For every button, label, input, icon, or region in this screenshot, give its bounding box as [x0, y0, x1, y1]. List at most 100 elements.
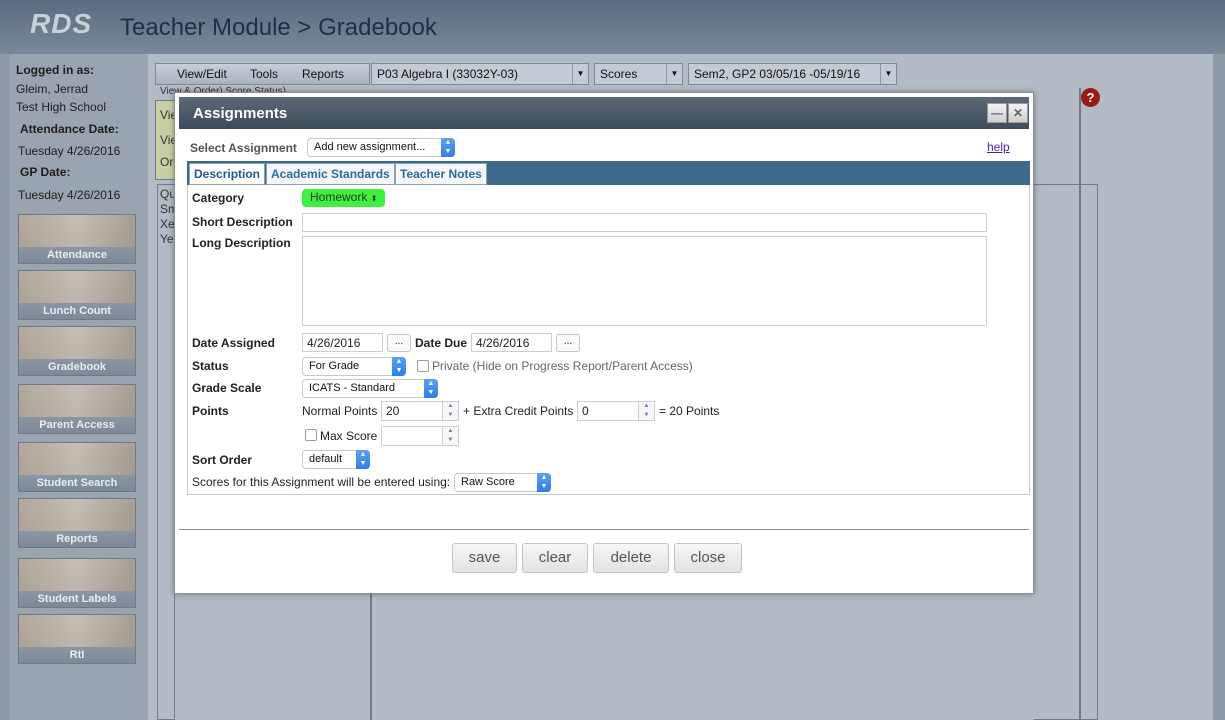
max-score-label: Max Score: [320, 429, 378, 443]
tab-academic-standards[interactable]: Academic Standards: [266, 163, 395, 185]
period-select[interactable]: Sem2, GP2 03/05/16 -05/19/16 ▼: [688, 63, 897, 85]
updown-arrow-icon: ▲ ▼: [424, 379, 438, 398]
student-list-panel: [157, 184, 175, 720]
menu-tools[interactable]: Tools: [250, 67, 278, 81]
long-description-label: Long Description: [192, 236, 291, 250]
short-description-input[interactable]: [302, 213, 987, 232]
score-entry-select[interactable]: Raw Score ▲ ▼: [454, 473, 551, 492]
date-due-input[interactable]: [471, 333, 552, 352]
private-checkbox[interactable]: [417, 360, 429, 372]
class-select[interactable]: P03 Algebra I (33032Y-03) ▼: [371, 63, 589, 85]
reports-icon: [19, 499, 135, 531]
updown-arrow-icon: ⬍: [370, 194, 378, 203]
delete-button[interactable]: delete: [593, 543, 669, 573]
student-list-item[interactable]: Ye: [160, 232, 174, 246]
nav-gradebook[interactable]: Gradebook: [18, 326, 136, 376]
date-due-label: Date Due: [415, 336, 468, 350]
clear-button[interactable]: clear: [522, 543, 588, 573]
normal-points-label: Normal Points: [302, 404, 378, 418]
grade-scale-label: Grade Scale: [192, 381, 262, 395]
view-select[interactable]: Scores ▼: [594, 63, 683, 85]
nav-student-search[interactable]: Student Search: [18, 442, 136, 492]
chevron-down-icon: ▼: [666, 64, 682, 84]
nav-lunch-count[interactable]: Lunch Count: [18, 270, 136, 320]
date-due-picker-button[interactable]: ...: [556, 334, 580, 352]
minimize-icon[interactable]: —: [987, 103, 1007, 123]
app-header: RDS Teacher Module > Gradebook: [0, 0, 1225, 54]
grade-scale-select[interactable]: ICATS - Standard ▲ ▼: [302, 379, 438, 398]
extra-credit-input[interactable]: [577, 401, 639, 421]
normal-points-stepper[interactable]: ▲ ▼: [443, 401, 459, 421]
short-description-label: Short Description: [192, 215, 293, 229]
gp-date: Tuesday 4/26/2016: [18, 188, 121, 202]
gp-date-label: GP Date:: [20, 165, 71, 179]
select-assignment-dropdown[interactable]: Add new assignment... ▲ ▼: [307, 138, 455, 157]
nav-rti[interactable]: RtI: [18, 614, 136, 664]
menu-reports[interactable]: Reports: [302, 67, 344, 81]
date-assigned-input[interactable]: [302, 333, 383, 352]
long-description-input[interactable]: [302, 236, 987, 326]
nav-reports[interactable]: Reports: [18, 498, 136, 548]
max-score-input[interactable]: [381, 426, 443, 446]
magnifier-icon: [19, 443, 135, 475]
dialog-tabs: Description Academic Standards Teacher N…: [187, 161, 1030, 185]
select-assignment-label: Select Assignment: [190, 141, 297, 155]
labels-icon: [19, 559, 135, 591]
status-label: Status: [192, 359, 229, 373]
updown-arrow-icon: ▲ ▼: [441, 138, 455, 157]
updown-arrow-icon: ▲ ▼: [537, 473, 551, 492]
updown-arrow-icon: ▲ ▼: [392, 357, 406, 376]
dialog-title: Assignments: [193, 105, 288, 122]
sidebar: Logged in as: Gleim, Jerrad Test High Sc…: [10, 54, 148, 720]
max-score-checkbox[interactable]: [305, 429, 317, 441]
page-title: Teacher Module > Gradebook: [120, 14, 437, 41]
tab-description[interactable]: Description: [189, 163, 266, 185]
logged-in-label: Logged in as:: [16, 63, 94, 77]
private-label: Private (Hide on Progress Report/Parent …: [432, 359, 693, 373]
score-entry-label: Scores for this Assignment will be enter…: [192, 475, 451, 489]
total-points: = 20 Points: [659, 404, 720, 418]
grid-divider: [370, 594, 372, 720]
attendance-icon: [19, 215, 135, 247]
assignments-dialog: Assignments — ✕ Select Assignment Add ne…: [174, 92, 1034, 594]
nav-student-labels[interactable]: Student Labels: [18, 558, 136, 608]
chevron-down-icon: ▼: [880, 64, 896, 84]
attendance-date: Tuesday 4/26/2016: [18, 144, 121, 158]
footer-divider: [179, 529, 1029, 530]
school-name: Test High School: [16, 100, 107, 114]
category-select[interactable]: Homework ⬍: [302, 189, 386, 207]
save-button[interactable]: save: [452, 543, 517, 573]
date-assigned-picker-button[interactable]: ...: [387, 334, 411, 352]
lunch-count-icon: [19, 271, 135, 303]
points-label: Points: [192, 404, 229, 418]
status-select[interactable]: For Grade ▲ ▼: [302, 357, 406, 376]
sort-order-label: Sort Order: [192, 453, 253, 467]
max-score-stepper[interactable]: ▲ ▼: [443, 426, 459, 446]
sort-order-select[interactable]: default ▲ ▼: [302, 450, 370, 469]
rti-icon: [19, 615, 135, 647]
menu-view-edit[interactable]: View/Edit: [177, 67, 227, 81]
attendance-date-label: Attendance Date:: [20, 122, 119, 136]
updown-arrow-icon: ▲ ▼: [356, 450, 370, 469]
grid-right-panel: [1034, 184, 1098, 720]
tab-teacher-notes[interactable]: Teacher Notes: [395, 163, 487, 185]
close-button[interactable]: close: [674, 543, 742, 573]
parent-access-icon: [19, 385, 135, 417]
nav-attendance[interactable]: Attendance: [18, 214, 136, 264]
normal-points-input[interactable]: [381, 401, 443, 421]
close-icon[interactable]: ✕: [1008, 103, 1028, 123]
help-icon[interactable]: ?: [1081, 88, 1100, 107]
rds-logo: RDS: [30, 8, 93, 39]
user-name: Gleim, Jerrad: [16, 82, 89, 96]
extra-credit-stepper[interactable]: ▲ ▼: [639, 401, 655, 421]
menu-bar: View/Edit Tools Reports: [155, 63, 370, 85]
student-list-item[interactable]: Xe: [160, 217, 175, 231]
dialog-title-bar: Assignments — ✕: [179, 97, 1029, 129]
extra-credit-label: + Extra Credit Points: [463, 404, 574, 418]
category-label: Category: [192, 191, 245, 205]
chevron-down-icon: ▼: [572, 64, 588, 84]
gradebook-icon: [19, 327, 135, 359]
date-assigned-label: Date Assigned: [192, 336, 275, 350]
help-link[interactable]: help: [987, 140, 1010, 154]
nav-parent-access[interactable]: Parent Access: [18, 384, 136, 434]
